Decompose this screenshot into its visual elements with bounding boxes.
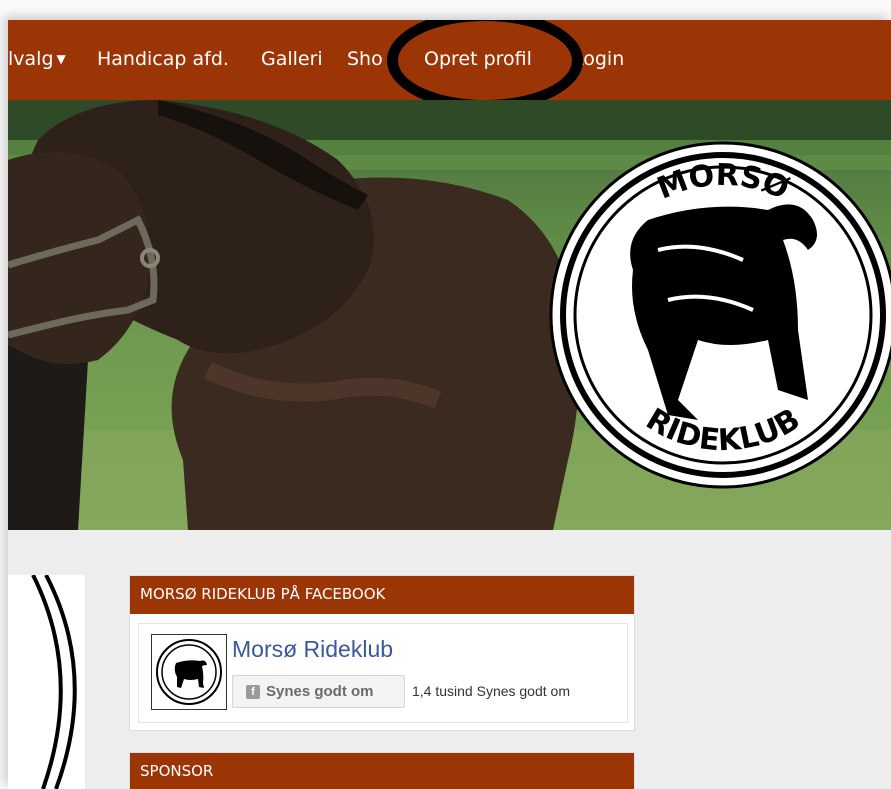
facebook-like-count: 1,4 tusind Synes godt om xyxy=(412,683,570,699)
logo-ring-partial xyxy=(31,575,77,789)
facebook-page-name-link[interactable]: Morsø Rideklub xyxy=(232,636,393,663)
sponsor-panel: SPONSOR xyxy=(129,752,635,789)
facebook-like-button[interactable]: f Synes godt om xyxy=(232,675,405,708)
browser-viewport: lvalg ▼ Handicap afd. Galleri Sho Opret p… xyxy=(8,20,891,789)
facebook-page-avatar[interactable] xyxy=(151,634,227,710)
dropdown-caret-icon: ▼ xyxy=(56,52,66,66)
hero-banner: MORSØ RIDEKLUB xyxy=(8,100,891,530)
nav-item-galleri[interactable]: Galleri xyxy=(261,48,323,70)
hero-photo: MORSØ RIDEKLUB xyxy=(8,100,891,530)
nav-item-shop[interactable]: Sho xyxy=(347,48,383,70)
nav-item-udvalg[interactable]: lvalg ▼ xyxy=(8,48,66,70)
facebook-panel-heading: MORSØ RIDEKLUB PÅ FACEBOOK xyxy=(130,576,634,614)
facebook-f-icon: f xyxy=(246,685,260,699)
sponsor-panel-heading: SPONSOR xyxy=(130,753,634,789)
screenshot-frame: lvalg ▼ Handicap afd. Galleri Sho Opret p… xyxy=(0,0,891,789)
facebook-page-plugin: Morsø Rideklub f Synes godt om 1,4 tusin… xyxy=(138,623,628,723)
main-navbar: lvalg ▼ Handicap afd. Galleri Sho Opret p… xyxy=(8,20,891,111)
highlight-annotation-circle xyxy=(387,20,583,111)
facebook-like-label: Synes godt om xyxy=(266,683,374,700)
facebook-panel: MORSØ RIDEKLUB PÅ FACEBOOK Morsø Rideklu… xyxy=(129,575,635,731)
avatar-logo-icon xyxy=(156,639,222,705)
morso-rideklub-logo: MORSØ RIDEKLUB xyxy=(549,141,891,489)
nav-item-handicap[interactable]: Handicap afd. xyxy=(97,48,229,70)
left-logo-image xyxy=(8,575,85,789)
nav-item-udvalg-label: lvalg xyxy=(8,48,54,70)
